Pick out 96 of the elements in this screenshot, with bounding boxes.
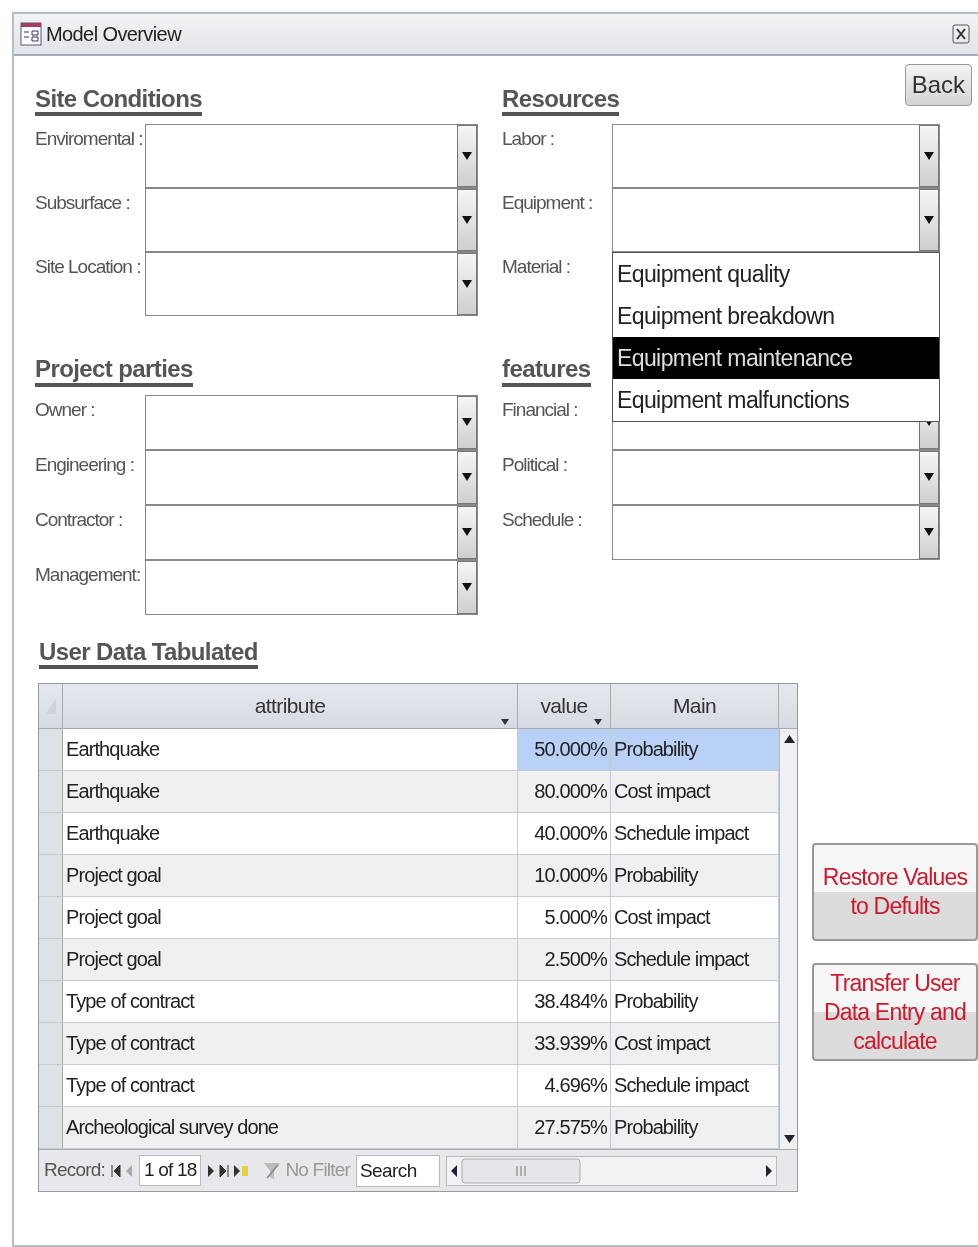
- horizontal-scrollbar[interactable]: [446, 1155, 777, 1186]
- column-header[interactable]: attribute: [63, 684, 518, 729]
- section-title: Project parties: [35, 356, 193, 387]
- table-cell: 5.000%: [518, 897, 611, 939]
- field-label: Material :: [502, 255, 572, 280]
- dropdown-arrow-icon: [462, 473, 472, 482]
- filter-arrow-icon[interactable]: [594, 718, 602, 725]
- dropdown-arrow-icon: [462, 152, 472, 161]
- table-cell: Probability: [611, 729, 779, 771]
- dropdown-option[interactable]: Equipment maintenance: [613, 337, 939, 380]
- action-button[interactable]: Transfer User Data Entry and calculate: [812, 963, 978, 1062]
- table-cell: 50.000%: [518, 729, 611, 771]
- window-title: Model Overview: [46, 22, 181, 47]
- dropdown-button[interactable]: [457, 560, 477, 614]
- dropdown-button[interactable]: [457, 395, 477, 449]
- table-cell: Type of contract: [63, 1065, 518, 1107]
- dropdown-button[interactable]: [457, 450, 477, 504]
- dropdown-option[interactable]: Equipment breakdown: [613, 295, 939, 338]
- dropdown-arrow-icon: [924, 216, 934, 225]
- dropdown-arrow-icon: [462, 583, 472, 592]
- dropdown-option[interactable]: Equipment quality: [613, 253, 939, 296]
- dropdown-arrow-icon: [924, 528, 934, 537]
- row-selector[interactable]: [39, 813, 63, 855]
- dropdown-button[interactable]: [457, 125, 477, 188]
- dropdown-arrow-icon: [462, 418, 472, 427]
- row-selector[interactable]: [39, 1107, 63, 1149]
- funnel-icon: [263, 1160, 282, 1181]
- table-cell: Project goal: [63, 897, 518, 939]
- field-label: Owner :: [35, 397, 96, 422]
- section-title: features: [502, 356, 591, 387]
- action-button[interactable]: Restore Values to Defults: [812, 843, 978, 942]
- table-cell: 38.484%: [518, 981, 611, 1023]
- last-record-icon[interactable]: [219, 1163, 230, 1178]
- table-cell: 2.500%: [518, 939, 611, 981]
- field-label: Political :: [502, 452, 569, 477]
- search-field[interactable]: Search: [356, 1154, 441, 1187]
- field-label: Engineering :: [35, 452, 135, 477]
- dropdown-button[interactable]: [457, 253, 477, 316]
- close-icon[interactable]: [952, 24, 970, 44]
- record-position-field[interactable]: 1 of 18: [138, 1155, 202, 1186]
- section-title: User Data Tabulated: [39, 638, 258, 670]
- table-cell: 27.575%: [518, 1107, 611, 1149]
- table-cell: 40.000%: [518, 813, 611, 855]
- column-header[interactable]: Main: [611, 684, 779, 729]
- dropdown-button[interactable]: [919, 450, 939, 504]
- field-label: Site Location :: [35, 255, 142, 280]
- back-button[interactable]: Back: [904, 64, 972, 106]
- row-selector[interactable]: [39, 939, 63, 981]
- dropdown-button[interactable]: [919, 505, 939, 559]
- section-title: Site Conditions: [35, 86, 202, 117]
- field-label: Subsurface :: [35, 191, 131, 216]
- dropdown-button[interactable]: [919, 189, 939, 252]
- record-label: Record:: [44, 1158, 105, 1183]
- field-label: Management:: [35, 562, 142, 587]
- dropdown-arrow-icon: [462, 280, 472, 289]
- section-title: Resources: [502, 86, 620, 117]
- new-record-icon[interactable]: [233, 1163, 250, 1178]
- dropdown-arrow-icon: [924, 473, 934, 482]
- form-icon: [20, 22, 42, 46]
- field-label: Equipment :: [502, 191, 594, 216]
- vertical-scrollbar[interactable]: [779, 729, 797, 1150]
- table-cell: 4.696%: [518, 1065, 611, 1107]
- dropdown-button[interactable]: [919, 125, 939, 188]
- table-cell: Type of contract: [63, 981, 518, 1023]
- table-cell: Earthquake: [63, 771, 518, 813]
- field-label: Contractor :: [35, 507, 124, 532]
- filter-arrow-icon[interactable]: [501, 718, 509, 725]
- row-selector[interactable]: [39, 981, 63, 1023]
- row-selector[interactable]: [39, 771, 63, 813]
- row-selector[interactable]: [39, 897, 63, 939]
- table-cell: 33.939%: [518, 1023, 611, 1065]
- row-selector[interactable]: [39, 1023, 63, 1065]
- scroll-thumb-icon[interactable]: [461, 1157, 582, 1184]
- field-label: Financial :: [502, 397, 579, 422]
- table-cell: 10.000%: [518, 855, 611, 897]
- dropdown-arrow-icon: [462, 216, 472, 225]
- dropdown-button[interactable]: [457, 189, 477, 252]
- field-label: Schedule :: [502, 507, 583, 532]
- first-record-icon[interactable]: [110, 1163, 121, 1178]
- dropdown-button[interactable]: [457, 505, 477, 559]
- field-label: Enviromental :: [35, 127, 144, 152]
- row-selector[interactable]: [39, 729, 63, 771]
- table-cell: Project goal: [63, 855, 518, 897]
- field-label: Labor :: [502, 127, 556, 152]
- table-cell: Earthquake: [63, 813, 518, 855]
- table-cell: Archeological survey done: [63, 1107, 518, 1149]
- next-record-icon[interactable]: [207, 1163, 216, 1178]
- dropdown-option[interactable]: Equipment malfunctions: [613, 379, 939, 422]
- row-selector[interactable]: [39, 855, 63, 897]
- row-selector[interactable]: [39, 1065, 63, 1107]
- column-header[interactable]: value: [518, 684, 611, 729]
- table-cell: Type of contract: [63, 1023, 518, 1065]
- dropdown-arrow-icon: [924, 152, 934, 161]
- table-cell: Project goal: [63, 939, 518, 981]
- table-cell: 80.000%: [518, 771, 611, 813]
- dropdown-arrow-icon: [462, 528, 472, 537]
